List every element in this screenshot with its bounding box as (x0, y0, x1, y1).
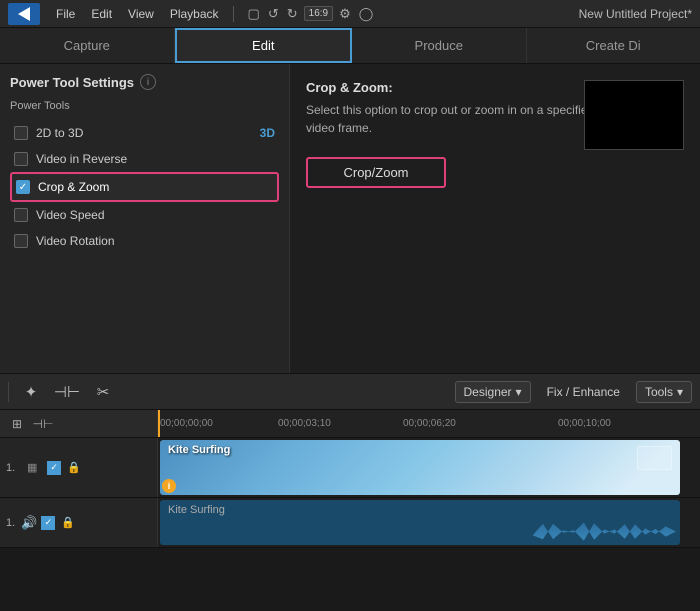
main-content: Power Tool Settings i Power Tools 2D to … (0, 64, 700, 374)
tab-capture[interactable]: Capture (0, 28, 175, 63)
timecode-0: 00;00;00;00 (160, 418, 213, 429)
timecode-3: 00;00;10;00 (558, 418, 611, 429)
video-clip[interactable]: Kite Surfing i (160, 440, 680, 495)
timeline-snap-icon[interactable]: ⊣⊢ (32, 413, 54, 435)
designer-label: Designer (464, 385, 512, 399)
trim-icon[interactable]: ⊣⊢ (53, 378, 81, 406)
checkbox-video-reverse[interactable] (14, 152, 28, 166)
tools-dropdown[interactable]: Tools ▾ (636, 381, 692, 403)
timecode-2: 00;00;06;20 (403, 418, 456, 429)
tools-chevron-icon: ▾ (677, 385, 683, 399)
tool-item-video-reverse[interactable]: Video in Reverse (10, 146, 279, 172)
video-clip-label: Kite Surfing (168, 444, 230, 456)
menu-playback[interactable]: Playback (164, 5, 225, 23)
notification-icon[interactable]: ◯ (357, 4, 376, 24)
save-icon[interactable]: ▢ (246, 4, 262, 24)
video-track-icon: ▦ (21, 457, 43, 479)
video-preview-box (584, 80, 684, 150)
track-label-audio: 1. 🔊 ✓ 🔒 (0, 498, 158, 547)
designer-dropdown[interactable]: Designer ▾ (455, 381, 531, 403)
right-panel: Crop & Zoom: Select this option to crop … (290, 64, 700, 373)
cut-icon[interactable]: ✂ (89, 378, 117, 406)
tab-create-disc[interactable]: Create Di (527, 28, 700, 63)
checkbox-2d3d[interactable] (14, 126, 28, 140)
timeline-header-controls: ⊞ ⊣⊢ (0, 410, 158, 437)
track-content-audio: Kite Surfing (158, 498, 700, 547)
power-tools-label: Power Tools (10, 100, 279, 112)
video-clip-thumbnail (637, 446, 672, 470)
info-icon[interactable]: i (140, 74, 156, 90)
track-checkbox-audio[interactable]: ✓ (41, 516, 55, 530)
track-checkbox-video[interactable]: ✓ (47, 461, 61, 475)
app-logo (8, 3, 40, 25)
fix-enhance-button[interactable]: Fix / Enhance (539, 382, 628, 402)
magic-tool-icon[interactable]: ✦ (17, 378, 45, 406)
tab-produce[interactable]: Produce (352, 28, 527, 63)
project-title: New Untitled Project* (579, 7, 692, 21)
lock-icon-audio[interactable]: 🔒 (61, 516, 75, 529)
checkbox-crop-zoom[interactable] (16, 180, 30, 194)
menu-separator (233, 6, 234, 22)
track-label-video: 1. ▦ ✓ 🔒 (0, 438, 158, 497)
tab-edit[interactable]: Edit (175, 28, 353, 63)
menu-edit[interactable]: Edit (85, 5, 118, 23)
timecode-ruler: 00;00;00;00 00;00;03;10 00;00;06;20 00;0… (158, 410, 700, 437)
tl-sep-1 (8, 382, 9, 402)
crop-zoom-button[interactable]: Crop/Zoom (306, 157, 446, 188)
tool-item-video-rotation[interactable]: Video Rotation (10, 228, 279, 254)
tool-label-video-speed: Video Speed (36, 208, 275, 222)
menu-file[interactable]: File (50, 5, 81, 23)
audio-waveform: Kite Surfing (160, 500, 680, 545)
ratio-badge[interactable]: 16:9 (304, 6, 333, 21)
left-panel: Power Tool Settings i Power Tools 2D to … (0, 64, 290, 373)
settings-icon[interactable]: ⚙ (337, 4, 353, 24)
audio-clip-label: Kite Surfing (168, 504, 225, 516)
lock-icon-video[interactable]: 🔒 (67, 461, 81, 474)
track-num-audio: 1. (6, 517, 15, 529)
timeline-header: ⊞ ⊣⊢ 00;00;00;00 00;00;03;10 00;00;06;20… (0, 410, 700, 438)
tool-label-2d3d: 2D to 3D (36, 126, 252, 140)
tool-item-video-speed[interactable]: Video Speed (10, 202, 279, 228)
checkbox-video-speed[interactable] (14, 208, 28, 222)
video-clip-visual: Kite Surfing i (160, 440, 680, 495)
tab-bar: Capture Edit Produce Create Di (0, 28, 700, 64)
timeline-toolbar: ✦ ⊣⊢ ✂ Designer ▾ Fix / Enhance Tools ▾ (0, 374, 700, 410)
designer-chevron-icon: ▾ (516, 385, 522, 399)
panel-title: Power Tool Settings (10, 75, 134, 90)
badge-3d: 3D (260, 126, 275, 140)
audio-wave-visual (164, 519, 676, 545)
audio-track-icon: 🔊 (21, 515, 37, 531)
audio-clip[interactable]: Kite Surfing (160, 500, 680, 545)
menu-view[interactable]: View (122, 5, 160, 23)
track-content-video: Kite Surfing i (158, 438, 700, 497)
toolbar-icons: ▢ ↺ ↻ 16:9 ⚙ ◯ (246, 4, 376, 24)
track-row-audio: 1. 🔊 ✓ 🔒 Kite Surfing (0, 498, 700, 548)
logo-arrow-icon (18, 7, 30, 21)
timeline-area: ⊞ ⊣⊢ 00;00;00;00 00;00;03;10 00;00;06;20… (0, 410, 700, 548)
tool-label-video-reverse: Video in Reverse (36, 152, 275, 166)
tool-item-crop-zoom[interactable]: Crop & Zoom (10, 172, 279, 202)
panel-header: Power Tool Settings i (10, 74, 279, 90)
checkbox-video-rotation[interactable] (14, 234, 28, 248)
track-num-video: 1. (6, 462, 15, 474)
track-row-video: 1. ▦ ✓ 🔒 Kite Surfing i (0, 438, 700, 498)
tool-label-crop-zoom: Crop & Zoom (38, 180, 273, 194)
timeline-grid-icon[interactable]: ⊞ (6, 413, 28, 435)
redo-icon[interactable]: ↻ (285, 4, 300, 24)
tool-label-video-rotation: Video Rotation (36, 234, 275, 248)
timecode-1: 00;00;03;10 (278, 418, 331, 429)
tool-item-2d3d[interactable]: 2D to 3D 3D (10, 120, 279, 146)
tools-label: Tools (645, 385, 673, 399)
clip-info-dot: i (162, 479, 176, 493)
menu-bar: File Edit View Playback ▢ ↺ ↻ 16:9 ⚙ ◯ N… (0, 0, 700, 28)
undo-icon[interactable]: ↺ (266, 4, 281, 24)
